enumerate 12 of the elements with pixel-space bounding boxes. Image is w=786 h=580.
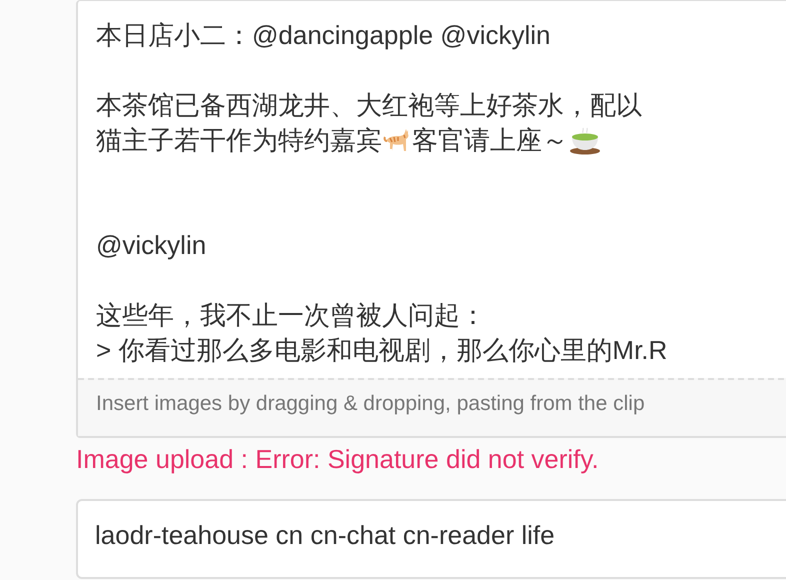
editor-text-line: 这些年，我不止一次曾被人问起： (96, 299, 486, 332)
editor-text-line: 本日店小二：@dancingapple @vickylin (96, 19, 550, 52)
editor-text-line: > 你看过那么多电影和电视剧，那么你心里的Mr.R (96, 334, 668, 367)
editor-text: 猫主子若干作为特约嘉宾 (96, 125, 382, 155)
error-message: Image upload : Error: Signature did not verify. (76, 444, 599, 474)
editor-text-line: 本茶馆已备西湖龙井、大红袍等上好茶水，配以 (96, 89, 642, 122)
teacup-icon (568, 125, 602, 155)
editor-text-line: @vickylin (96, 229, 206, 262)
markdown-editor[interactable]: 本日店小二：@dancingapple @vickylin 本茶馆已备西湖龙井、大红袍等上好茶水，配以 猫主子若干作为特约嘉宾 客官请上座～ @vickylin 这些年，我不止一次曾被人问起： > 你看过那么多电影和电视剧，那么你心里的Mr.R Insert images by dragging & dropping, pasting from the clip (76, 0, 786, 438)
upload-hint: Insert images by dragging & dropping, pasting from the clip (96, 392, 645, 415)
tags-field[interactable]: laodr-teahouse cn cn-chat cn-reader life (76, 499, 786, 579)
editor-text: 客官请上座～ (412, 125, 568, 155)
